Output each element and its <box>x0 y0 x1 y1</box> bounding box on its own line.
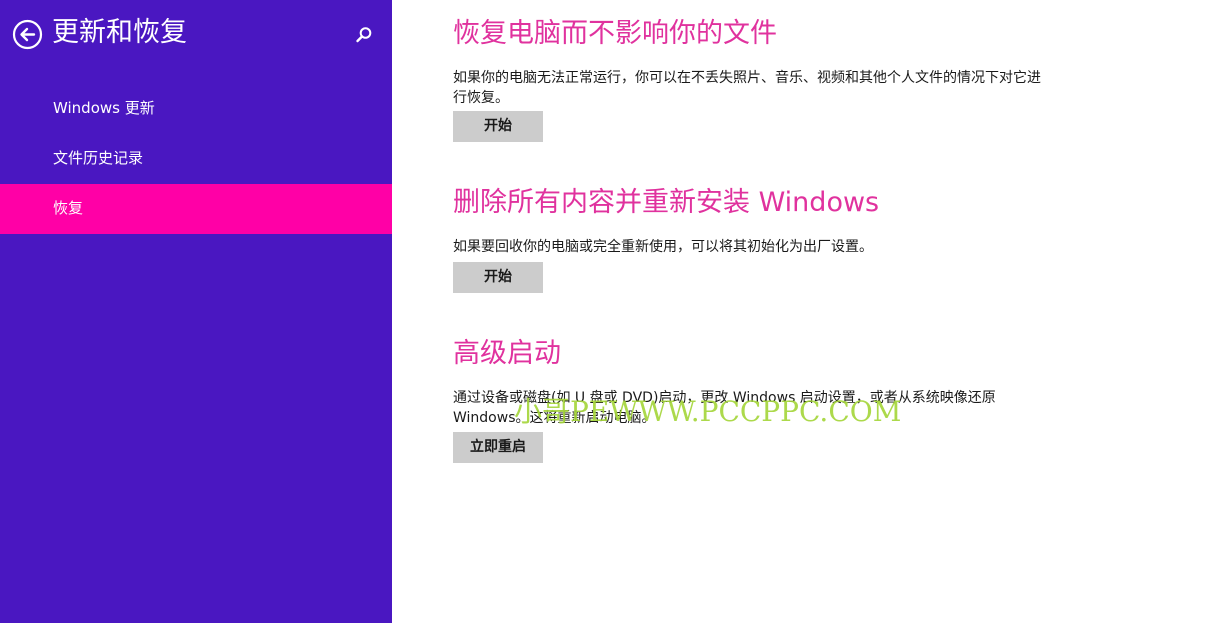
section-description: 通过设备或磁盘(如 U 盘或 DVD)启动，更改 Windows 启动设置，或者… <box>453 390 996 426</box>
settings-window: 更新和恢复 Windows 更新 文件历史记录 恢复 恢复电脑而不影响你的文件 <box>0 0 1208 623</box>
section-title: 删除所有内容并重新安装 Windows <box>453 187 880 218</box>
sidebar-item-label: Windows 更新 <box>53 99 155 117</box>
sidebar-item-file-history[interactable]: 文件历史记录 <box>0 134 392 184</box>
main-content: 恢复电脑而不影响你的文件 如果你的电脑无法正常运行，你可以在不丢失照片、音乐、视… <box>453 0 1153 623</box>
section-description: 如果你的电脑无法正常运行，你可以在不丢失照片、音乐、视频和其他个人文件的情况下对… <box>453 70 1041 106</box>
sidebar-item-label: 恢复 <box>53 199 84 217</box>
sidebar-header: 更新和恢复 <box>0 0 392 70</box>
section-title: 恢复电脑而不影响你的文件 <box>453 18 777 49</box>
sidebar-item-windows-update[interactable]: Windows 更新 <box>0 84 392 134</box>
search-button[interactable] <box>354 25 374 45</box>
restart-now-button[interactable]: 立即重启 <box>453 432 543 463</box>
sidebar-nav: Windows 更新 文件历史记录 恢复 <box>0 84 392 234</box>
section-reset-pc: 恢复电脑而不影响你的文件 如果你的电脑无法正常运行，你可以在不丢失照片、音乐、视… <box>453 16 1153 146</box>
section-remove-everything: 删除所有内容并重新安装 Windows 如果要回收你的电脑或完全重新使用，可以将… <box>453 185 1153 295</box>
start-reset-button[interactable]: 开始 <box>453 262 543 293</box>
section-description: 如果要回收你的电脑或完全重新使用，可以将其初始化为出厂设置。 <box>453 239 873 255</box>
section-advanced-startup: 高级启动 通过设备或磁盘(如 U 盘或 DVD)启动，更改 Windows 启动… <box>453 336 1153 466</box>
sidebar: 更新和恢复 Windows 更新 文件历史记录 恢复 <box>0 0 392 623</box>
sidebar-item-label: 文件历史记录 <box>53 149 144 167</box>
page-title: 更新和恢复 <box>52 17 187 48</box>
start-refresh-button[interactable]: 开始 <box>453 111 543 142</box>
section-title: 高级启动 <box>453 338 561 369</box>
back-arrow-circle-icon <box>12 19 43 50</box>
search-icon <box>356 27 372 43</box>
back-button[interactable] <box>12 19 43 50</box>
sidebar-item-recovery[interactable]: 恢复 <box>0 184 392 234</box>
